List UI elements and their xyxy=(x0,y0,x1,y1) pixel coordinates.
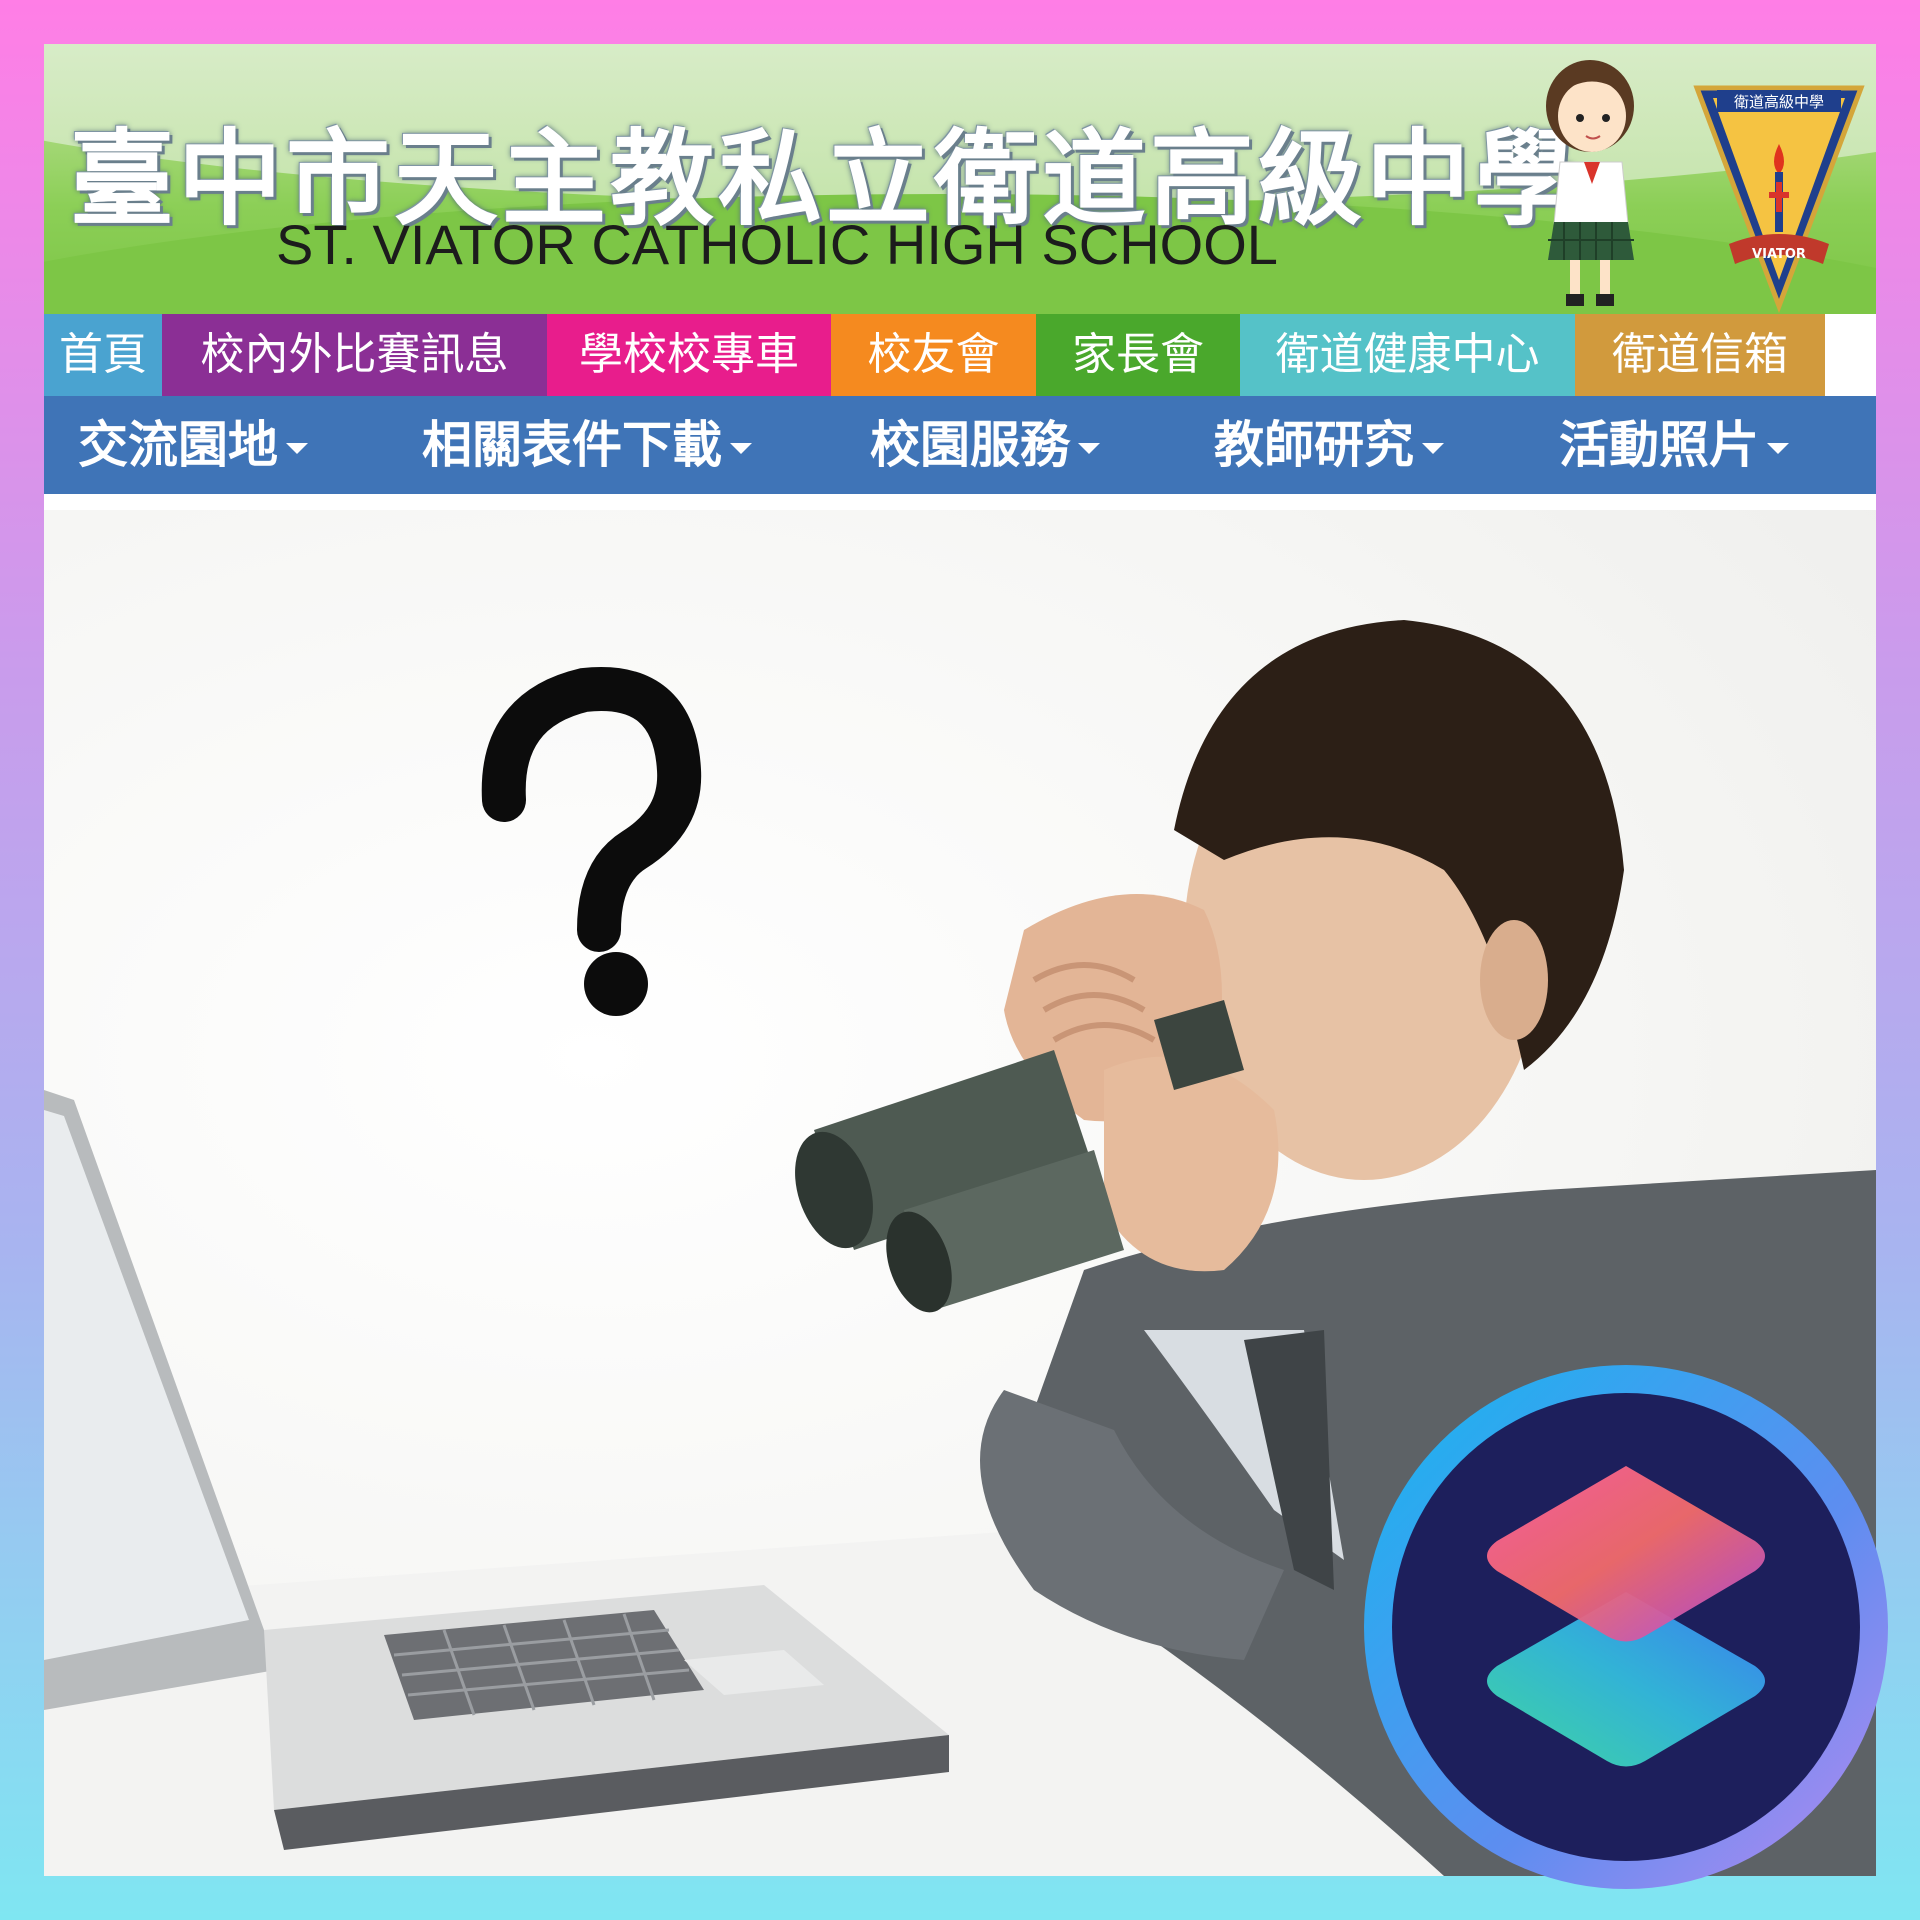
caret-down-icon xyxy=(1078,443,1100,454)
school-crest-icon: 衛道高級中學 VIATOR xyxy=(1693,85,1865,314)
crest-text: 衛道高級中學 xyxy=(1734,93,1824,111)
shortcuts-app-icon xyxy=(1364,1365,1888,1889)
student-mascot-icon xyxy=(1546,60,1634,306)
nav-item-activity-photos[interactable]: 活動照片 xyxy=(1559,396,1789,494)
tab-school-bus[interactable]: 學校校專車 xyxy=(547,314,831,396)
caret-down-icon xyxy=(1767,443,1789,454)
crest-banner-text: VIATOR xyxy=(1752,247,1806,262)
tab-health-center[interactable]: 衛道健康中心 xyxy=(1240,314,1575,396)
site-header-banner[interactable]: 臺中市天主教私立衛道高級中學 ST. VIATOR CATHOLIC HIGH … xyxy=(44,44,1876,314)
tab-parents[interactable]: 家長會 xyxy=(1036,314,1240,396)
school-name-english: ST. VIATOR CATHOLIC HIGH SCHOOL xyxy=(276,213,1278,276)
nav-item-label: 教師研究 xyxy=(1214,416,1414,474)
nav-item-forum[interactable]: 交流園地 xyxy=(78,396,308,494)
caret-down-icon xyxy=(1422,443,1444,454)
main-nav-bar: 交流園地 相關表件下載 校園服務 教師研究 活動照片 xyxy=(44,396,1876,494)
nav-item-teacher-research[interactable]: 教師研究 xyxy=(1214,396,1444,494)
question-mark-icon xyxy=(481,667,702,1016)
tab-competition-info[interactable]: 校內外比賽訊息 xyxy=(162,314,547,396)
caret-down-icon xyxy=(286,443,308,454)
tab-home[interactable]: 首頁 xyxy=(44,314,162,396)
tab-mailbox[interactable]: 衛道信箱 xyxy=(1575,314,1825,396)
nav-item-label: 校園服務 xyxy=(870,416,1070,474)
nav-item-campus-services[interactable]: 校園服務 xyxy=(870,396,1100,494)
quick-link-tabs: 首頁 校內外比賽訊息 學校校專車 校友會 家長會 衛道健康中心 衛道信箱 xyxy=(44,314,1876,396)
nav-item-downloads[interactable]: 相關表件下載 xyxy=(422,396,752,494)
nav-item-label: 活動照片 xyxy=(1559,416,1759,474)
caret-down-icon xyxy=(730,443,752,454)
tab-alumni[interactable]: 校友會 xyxy=(831,314,1036,396)
nav-item-label: 相關表件下載 xyxy=(422,416,722,474)
nav-item-label: 交流園地 xyxy=(78,416,278,474)
